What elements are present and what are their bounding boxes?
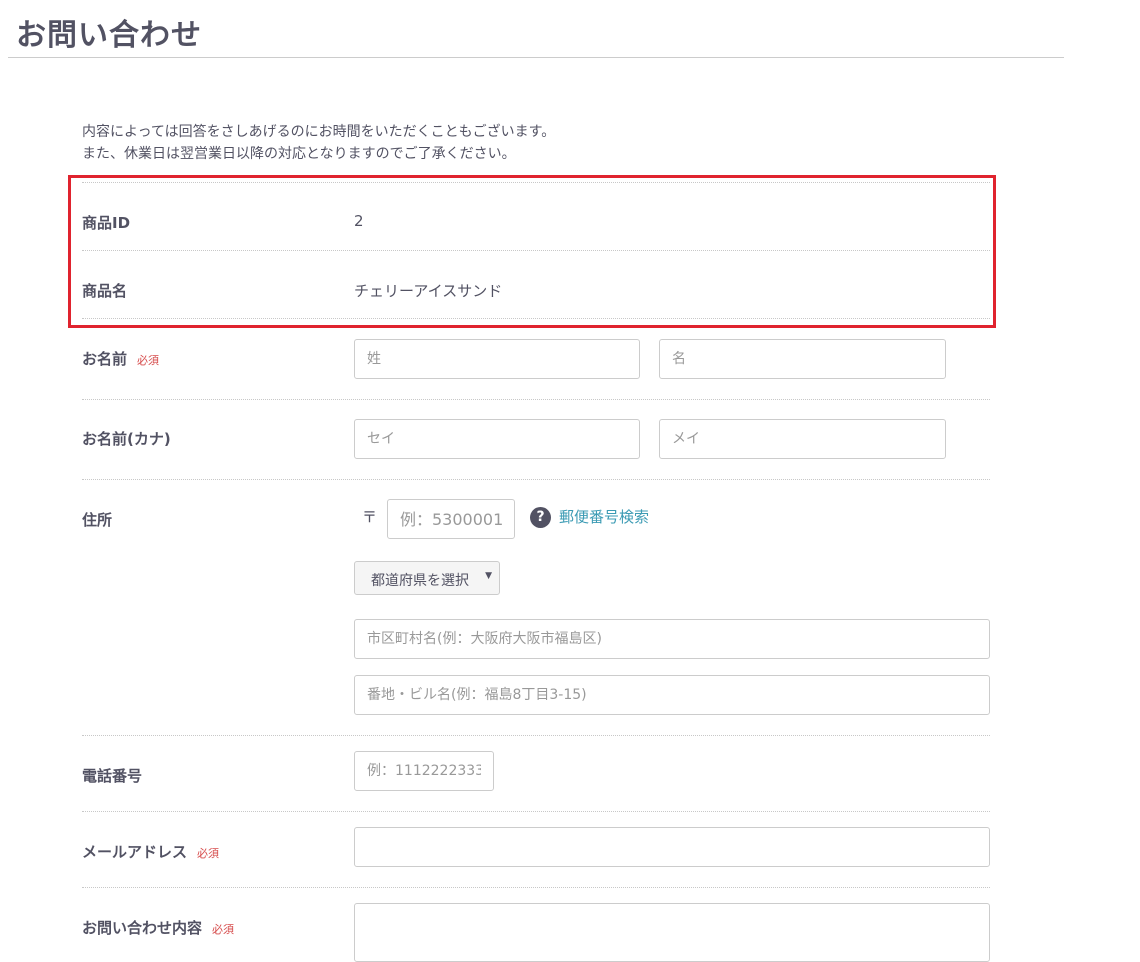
required-badge: 必須: [197, 847, 220, 860]
intro-line-1: 内容によっては回答をさしあげるのにお時間をいただくこともございます。: [82, 124, 556, 140]
last-name-input[interactable]: [354, 339, 640, 379]
divider: [82, 250, 990, 251]
address-label: 住所: [82, 511, 113, 529]
product-id-value: 2: [354, 212, 364, 230]
divider: [82, 735, 990, 736]
kana-label: お名前(カナ): [82, 430, 171, 448]
required-badge: 必須: [212, 923, 235, 936]
phone-label: 電話番号: [82, 767, 143, 785]
name-label-text: お名前: [82, 350, 128, 368]
product-name-value: チェリーアイスサンド: [354, 282, 503, 300]
name-label: お名前 必須: [82, 348, 159, 369]
email-label: メールアドレス 必須: [82, 841, 219, 862]
postal-mark: 〒: [362, 508, 378, 526]
divider: [82, 887, 990, 888]
first-name-kana-input[interactable]: [659, 419, 946, 459]
divider: [82, 318, 990, 319]
product-name-label: 商品名: [82, 282, 128, 300]
inquiry-label-text: お問い合わせ内容: [82, 919, 203, 937]
chevron-down-icon: ▼: [485, 571, 492, 581]
last-name-kana-input[interactable]: [354, 419, 640, 459]
email-input[interactable]: [354, 827, 990, 867]
required-badge: 必須: [137, 354, 160, 367]
help-icon[interactable]: ?: [530, 507, 551, 528]
divider: [82, 479, 990, 480]
intro-text: 内容によっては回答をさしあげるのにお時間をいただくこともございます。 また、休業…: [82, 121, 555, 165]
inquiry-textarea[interactable]: [354, 903, 990, 962]
highlight-box: [68, 175, 996, 328]
prefecture-select[interactable]: 都道府県を選択 ▼: [354, 561, 500, 595]
city-input[interactable]: [354, 619, 990, 659]
divider: [82, 811, 990, 812]
divider: [82, 182, 990, 183]
page-title: お問い合わせ: [16, 18, 202, 53]
postal-code-input[interactable]: [387, 499, 515, 539]
product-id-label: 商品ID: [82, 214, 131, 232]
inquiry-label: お問い合わせ内容 必須: [82, 917, 234, 938]
contact-page: お問い合わせ 内容によっては回答をさしあげるのにお時間をいただくこともございます…: [0, 0, 1140, 962]
title-divider: [8, 57, 1064, 58]
prefecture-select-value: 都道府県を選択: [371, 573, 469, 589]
divider: [82, 399, 990, 400]
email-label-text: メールアドレス: [82, 843, 188, 861]
phone-input[interactable]: [354, 751, 494, 791]
zip-search-link[interactable]: 郵便番号検索: [559, 506, 649, 527]
first-name-input[interactable]: [659, 339, 946, 379]
street-input[interactable]: [354, 675, 990, 715]
intro-line-2: また、休業日は翌営業日以降の対応となりますのでご了承ください。: [82, 146, 516, 162]
